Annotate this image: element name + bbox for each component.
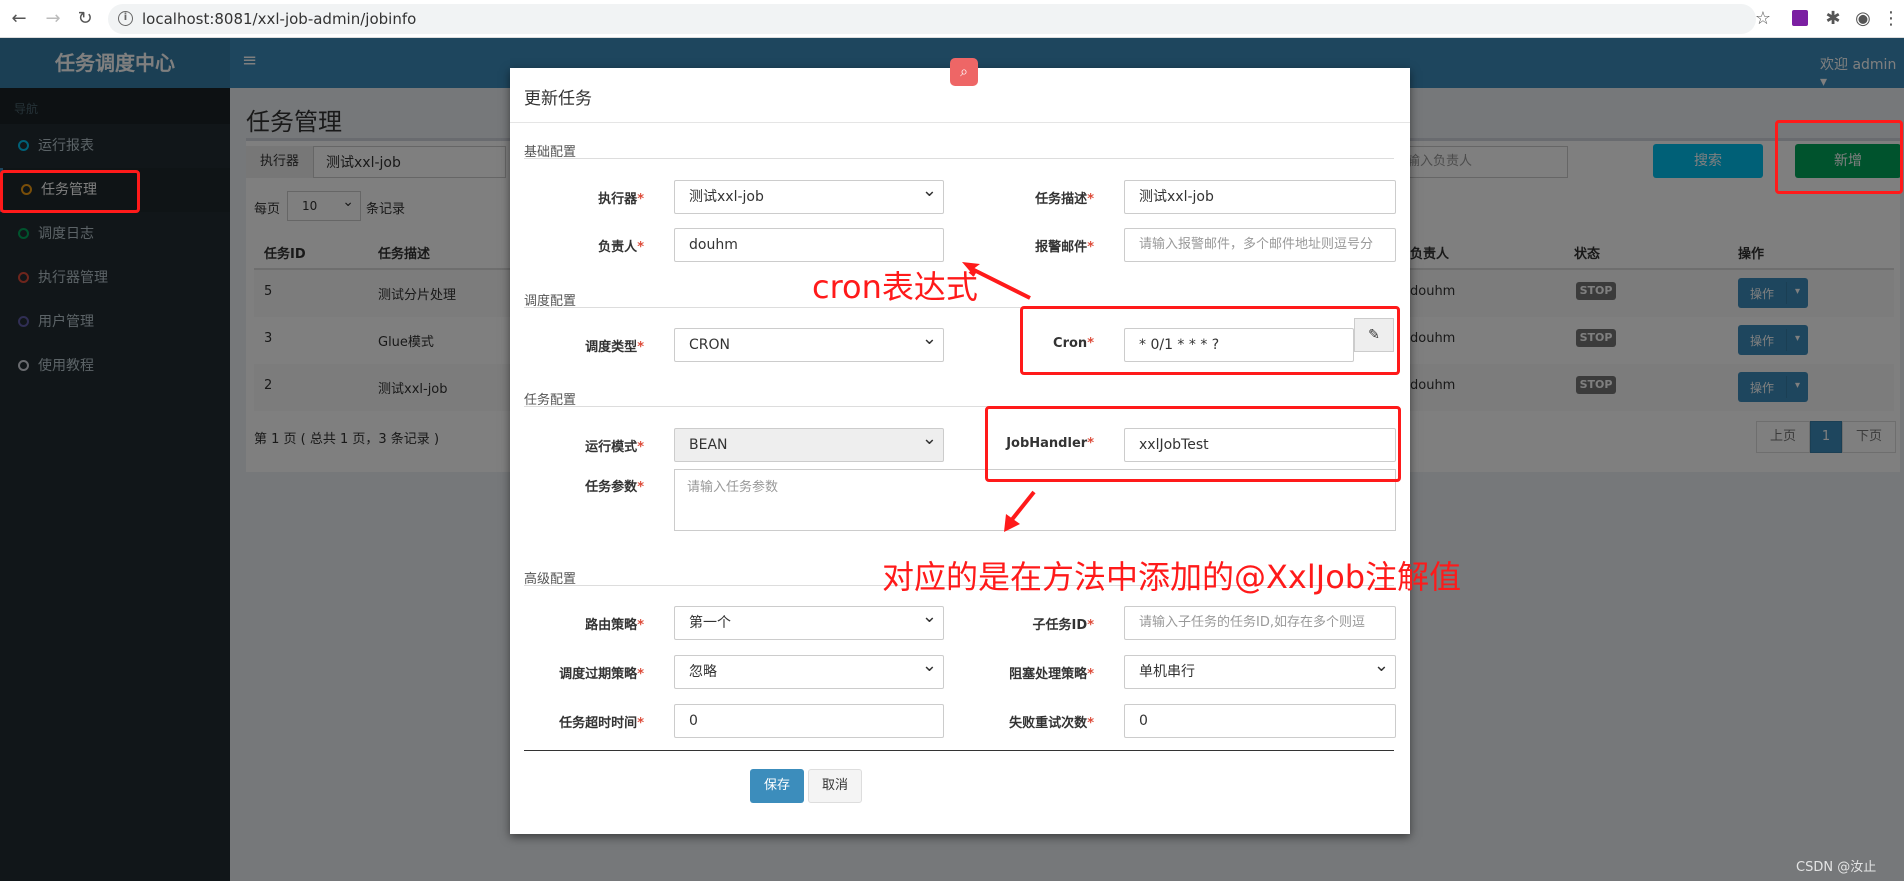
author-label-text: 负责人 [598,240,638,255]
job_desc-label: 任务描述* [974,188,1094,207]
child_job-label-text: 子任务ID [1032,618,1088,633]
section-basic-line [524,158,1394,159]
required-mark: * [1087,716,1094,731]
puzzle-icon[interactable]: ✱ [1822,8,1844,30]
jobhandler-annotation: 对应的是在方法中添加的@XxlJob注解值 [882,558,1462,596]
extension-icon[interactable] [1792,10,1808,26]
fail_retry-label-text: 失败重试次数 [1009,716,1088,731]
executor-label: 执行器* [524,188,644,207]
misfire_strategy-select[interactable]: 忽略 [674,650,944,689]
highlight-jobhandler-field [985,406,1401,482]
author-label: 负责人* [524,236,644,255]
required-mark: * [637,192,644,207]
more-menu-icon[interactable]: ⋮ [1880,8,1902,30]
block_strategy-select[interactable]: 单机串行 [1124,650,1396,689]
required-mark: * [637,716,644,731]
cron-annotation: cron表达式 [812,268,978,306]
author-input[interactable]: douhm [674,228,944,262]
timeout-input[interactable]: 0 [674,704,944,738]
back-arrow-icon[interactable]: ← [8,8,30,30]
executor-label-text: 执行器 [598,192,638,207]
required-mark: * [637,480,644,495]
bookmark-star-icon[interactable]: ☆ [1752,8,1774,30]
alarm_email-input[interactable]: 请输入报警邮件，多个邮件地址则逗号分 [1124,228,1396,262]
info-icon[interactable]: i [118,11,133,26]
route_strategy-select[interactable]: 第一个 [674,601,944,640]
modal-footer-divider [524,750,1394,751]
child_job-input[interactable]: 请输入子任务的任务ID,如存在多个则逗 [1124,606,1396,640]
alarm_email-label: 报警邮件* [974,236,1094,255]
fail_retry-label: 失败重试次数* [974,712,1094,731]
highlight-task-menu [0,170,140,213]
forward-arrow-icon[interactable]: → [42,8,64,30]
run_mode-select[interactable]: BEAN [674,423,944,462]
run_mode-label-text: 运行模式 [585,440,638,455]
required-mark: * [1087,618,1094,633]
job_desc-label-text: 任务描述 [1035,192,1088,207]
highlight-cron-field [1020,306,1400,375]
block_strategy-label-text: 阻塞处理策略 [1009,667,1088,682]
required-mark: * [637,618,644,633]
executor-select[interactable]: 测试xxl-job [674,175,944,214]
schedule_type-label: 调度类型* [524,336,644,355]
misfire_strategy-label-text: 调度过期策略 [559,667,638,682]
schedule_type-label-text: 调度类型 [585,340,638,355]
required-mark: * [1087,240,1094,255]
reload-icon[interactable]: ↻ [74,8,96,30]
child_job-label: 子任务ID* [974,614,1094,633]
route_strategy-label: 路由策略* [524,614,644,633]
block_strategy-label: 阻塞处理策略* [974,663,1094,682]
highlight-add-button [1775,120,1903,194]
watermark: CSDN @汝止 [1796,860,1877,875]
schedule_type-select[interactable]: CRON [674,323,944,362]
misfire_strategy-label: 调度过期策略* [524,663,644,682]
profile-icon[interactable]: ◉ [1852,8,1874,30]
job_desc-input[interactable]: 测试xxl-job [1124,180,1396,214]
cancel-button[interactable]: 取消 [808,769,862,803]
timeout-label: 任务超时时间* [524,712,644,731]
timeout-label-text: 任务超时时间 [559,716,638,731]
route_strategy-label-text: 路由策略 [585,618,638,633]
handler-arrow-icon [1004,490,1036,532]
required-mark: * [637,440,644,455]
required-mark: * [637,340,644,355]
job_param-label: 任务参数* [524,476,644,495]
required-mark: * [1087,667,1094,682]
save-button[interactable]: 保存 [750,769,804,803]
required-mark: * [637,240,644,255]
search-float-icon[interactable]: ⌕ [950,58,978,86]
cron-arrow-icon [962,262,1031,300]
url-text[interactable]: localhost:8081/xxl-job-admin/jobinfo [142,10,416,28]
required-mark: * [637,667,644,682]
required-mark: * [1087,192,1094,207]
modal-title: 更新任务 [524,89,592,109]
modal-header-divider [510,122,1410,123]
alarm_email-label-text: 报警邮件 [1035,240,1088,255]
run_mode-label: 运行模式* [524,436,644,455]
fail_retry-input[interactable]: 0 [1124,704,1396,738]
job_param-label-text: 任务参数 [585,480,638,495]
